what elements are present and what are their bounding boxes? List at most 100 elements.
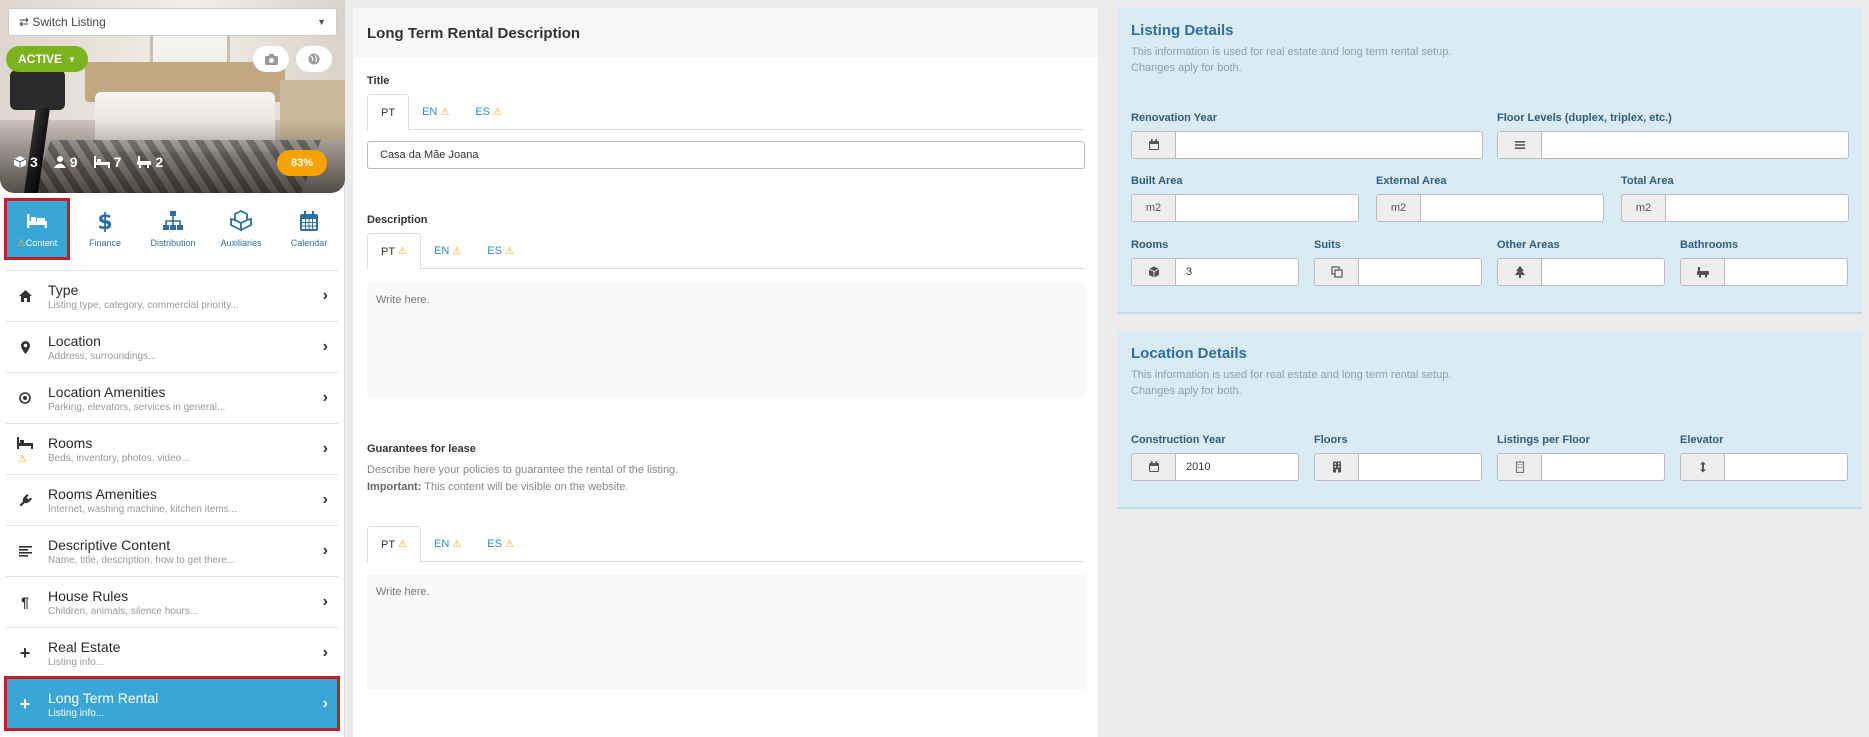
tab-finance[interactable]: $ Finance [74, 200, 136, 258]
tab-label: ES [475, 106, 490, 118]
menu-item-title: Rooms [48, 434, 93, 451]
menu-item-subtitle: Beds, inventory, photos, video... [48, 452, 190, 464]
chevron-right-icon: › [322, 695, 328, 712]
floors-input[interactable] [1314, 453, 1482, 481]
tab-label: EN [422, 106, 438, 118]
chevron-down-icon: ▼ [317, 17, 326, 27]
bed-icon [27, 213, 47, 228]
subtitle-line: This information is used for real estate… [1131, 46, 1452, 58]
title-tab-pt[interactable]: PT [367, 94, 410, 131]
rooms-input[interactable]: 3 [1131, 258, 1299, 286]
cube-icon [14, 156, 26, 168]
other-areas-value [1542, 259, 1664, 285]
menu-item-subtitle: Listing type, category, commercial prior… [48, 299, 239, 311]
warning-icon: ⚠ [504, 245, 514, 257]
guarantees-tab-es[interactable]: ES ⚠ [474, 526, 527, 562]
floor-levels-value [1542, 132, 1848, 158]
description-tab-pt[interactable]: PT ⚠ [367, 233, 422, 270]
tab-auxiliaries-label: Auxiliaries [220, 238, 262, 248]
chevron-right-icon: › [322, 287, 328, 304]
listings-per-floor-input[interactable] [1497, 453, 1665, 481]
stat-baths: 2 [137, 154, 163, 170]
website-button[interactable] [296, 46, 332, 72]
completion-badge: 83% [277, 150, 327, 176]
menu-item-house-rules[interactable]: ¶ House Rules Children, animals, silence … [6, 576, 338, 627]
suits-field: Suits [1314, 239, 1482, 286]
renovation-year-input[interactable] [1131, 131, 1483, 159]
stat-beds-value: 7 [113, 154, 122, 170]
guarantees-textarea[interactable]: Write here. [367, 574, 1085, 690]
tab-content-label: ⚠Content [16, 237, 58, 249]
tab-label: PT [381, 245, 396, 258]
built-area-value [1176, 195, 1358, 221]
title-input[interactable]: Casa da Mãe Joana [367, 141, 1085, 169]
construction-year-value: 2010 [1186, 461, 1211, 473]
warning-icon: ⚠ [452, 245, 462, 257]
tab-label: PT [381, 538, 396, 551]
menu-item-subtitle: Name, title, description, how to get the… [48, 554, 236, 566]
elevator-field: Elevator [1680, 434, 1848, 481]
total-area-input[interactable]: m2 [1621, 194, 1849, 222]
description-textarea[interactable]: Write here. [367, 282, 1085, 398]
menu-item-real-estate[interactable]: + Real Estate Listing info... › [6, 627, 338, 678]
bathrooms-value [1725, 259, 1847, 285]
tab-distribution[interactable]: Distribution [142, 200, 204, 258]
description-tab-es[interactable]: ES ⚠ [474, 233, 527, 269]
switch-listing-label: ⇄ Switch Listing [19, 15, 106, 29]
title-language-tabs: PT EN ⚠ ES ⚠ [367, 94, 1085, 131]
guarantees-tab-en[interactable]: EN ⚠ [421, 526, 474, 562]
chevron-right-icon: › [322, 389, 328, 406]
bathrooms-input[interactable] [1680, 258, 1848, 286]
guarantees-label: Guarantees for lease [367, 443, 476, 455]
panel-title: Long Term Rental Description [353, 8, 1098, 58]
caret-down-icon: ▼ [68, 54, 76, 64]
description-placeholder: Write here. [376, 294, 430, 306]
warning-icon: ⚠ [452, 538, 462, 550]
menu-item-rooms[interactable]: ⚠ Rooms Beds, inventory, photos, video...… [6, 423, 338, 474]
switch-listing-dropdown[interactable]: ⇄ Switch Listing ▼ [8, 8, 337, 36]
external-area-field: External Area m2 [1376, 175, 1604, 222]
rooms-field: Rooms 3 [1131, 239, 1299, 286]
menu-item-title: Real Estate [48, 638, 121, 655]
rooms-label: Rooms [1131, 239, 1169, 251]
menu-item-location-amenities[interactable]: Location Amenities Parking, elevators, se… [6, 372, 338, 423]
construction-year-input[interactable]: 2010 [1131, 453, 1299, 481]
photos-button[interactable] [253, 46, 289, 72]
cubes-icon [230, 210, 252, 232]
title-tab-en[interactable]: EN ⚠ [409, 94, 462, 130]
built-area-input[interactable]: m2 [1131, 194, 1359, 222]
menu-item-location[interactable]: Location Address, surroundings... › [6, 321, 338, 372]
other-areas-label: Other Areas [1497, 239, 1560, 251]
description-tab-en[interactable]: EN ⚠ [421, 233, 474, 269]
chevron-right-icon: › [322, 491, 328, 508]
floor-levels-input[interactable] [1497, 131, 1849, 159]
long-term-rental-description-panel: Long Term Rental Description Title PT EN… [353, 8, 1098, 737]
guarantees-tab-pt[interactable]: PT ⚠ [367, 526, 422, 563]
menu-item-long-term-rental[interactable]: + Long Term Rental Listing info... › [4, 676, 340, 731]
tab-calendar[interactable]: Calendar [278, 200, 340, 258]
status-dropdown-button[interactable]: ACTIVE ▼ [6, 46, 88, 72]
guarantees-placeholder: Write here. [376, 586, 430, 598]
tab-auxiliaries[interactable]: Auxiliaries [210, 200, 272, 258]
renovation-year-value [1176, 132, 1482, 158]
construction-year-label: Construction Year [1131, 434, 1226, 446]
suits-input[interactable] [1314, 258, 1482, 286]
tab-content[interactable]: ⚠Content [4, 198, 70, 260]
warning-icon: ⚠ [493, 106, 502, 118]
floor-levels-label: Floor Levels (duplex, triplex, etc.) [1497, 112, 1672, 124]
listing-details-panel: Listing Details This information is used… [1117, 8, 1862, 314]
bath-icon [1681, 259, 1725, 285]
menu-item-rooms-amenities[interactable]: Rooms Amenities Internet, washing machine… [6, 474, 338, 525]
align-left-icon [16, 542, 34, 560]
unit-addon: m2 [1622, 195, 1666, 221]
chevron-right-icon: › [322, 542, 328, 559]
external-area-input[interactable]: m2 [1376, 194, 1604, 222]
location-details-subtitle: This information is used for real estate… [1131, 367, 1848, 399]
other-areas-input[interactable] [1497, 258, 1665, 286]
location-details-panel: Location Details This information is use… [1117, 331, 1862, 509]
menu-item-descriptive-content[interactable]: Descriptive Content Name, title, descript… [6, 525, 338, 576]
menu-item-type[interactable]: Type Listing type, category, commercial p… [6, 270, 338, 321]
elevator-input[interactable] [1680, 453, 1848, 481]
tab-label: EN [434, 538, 450, 550]
title-tab-es[interactable]: ES ⚠ [462, 94, 515, 130]
